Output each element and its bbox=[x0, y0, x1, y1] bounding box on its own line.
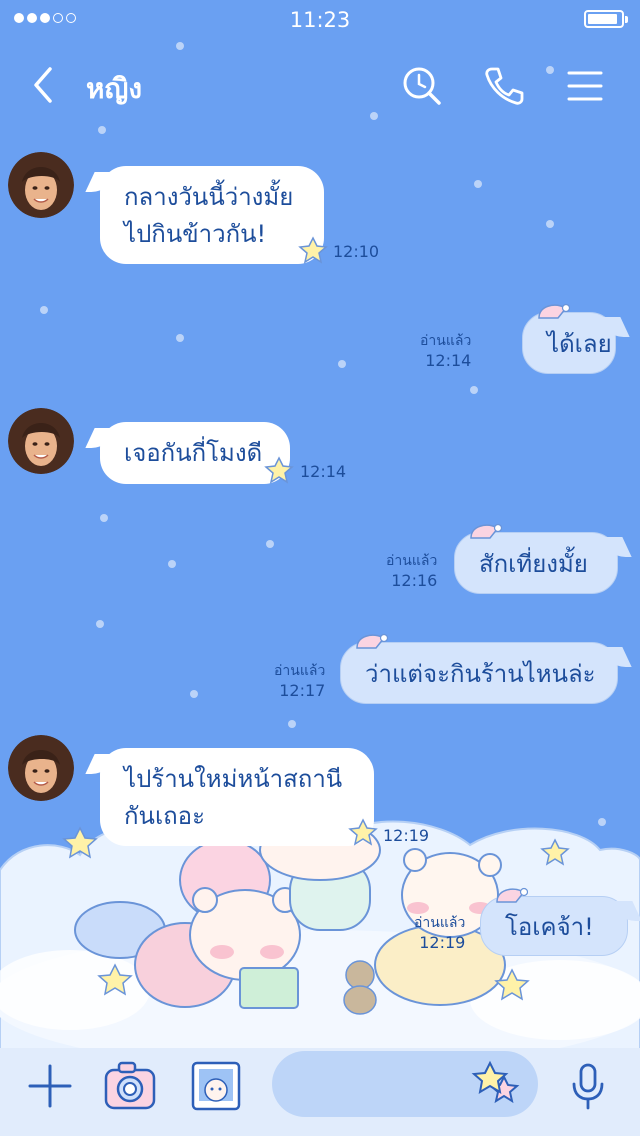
sparkle bbox=[176, 42, 184, 50]
sparkle bbox=[338, 360, 346, 368]
message-text: ไปกินข้าวกัน! bbox=[124, 220, 267, 248]
sparkle bbox=[266, 540, 274, 548]
microphone-icon[interactable] bbox=[566, 1062, 610, 1112]
sparkle bbox=[40, 306, 48, 314]
status-bar: 11:23 bbox=[0, 0, 640, 40]
sleep-cap-icon bbox=[356, 633, 388, 649]
camera-icon[interactable] bbox=[103, 1060, 157, 1112]
message-text: กลางวันนี้ว่างมั้ย bbox=[124, 183, 294, 211]
star-decoration-icon bbox=[298, 236, 328, 264]
star-decoration-icon bbox=[348, 818, 378, 846]
star-decoration-icon bbox=[264, 456, 294, 484]
photo-icon[interactable] bbox=[190, 1060, 242, 1112]
hamburger-icon[interactable] bbox=[566, 68, 604, 104]
status-time: 11:23 bbox=[289, 8, 351, 32]
input-bar bbox=[0, 1048, 640, 1136]
message-meta: อ่านแล้ว 12:14 bbox=[420, 332, 471, 370]
star-sticker-icon[interactable] bbox=[470, 1059, 526, 1111]
message-text: กันเถอะ bbox=[124, 802, 205, 830]
read-receipt: อ่านแล้ว bbox=[414, 915, 466, 931]
message-input[interactable] bbox=[272, 1051, 538, 1117]
message-time: 12:17 bbox=[279, 681, 326, 700]
sparkle bbox=[470, 386, 478, 394]
sparkle bbox=[96, 620, 104, 628]
read-receipt: อ่านแล้ว bbox=[386, 553, 438, 569]
sparkle bbox=[98, 126, 106, 134]
sparkle bbox=[288, 720, 296, 728]
message-time: 12:14 bbox=[300, 462, 347, 481]
sparkle bbox=[100, 514, 108, 522]
outgoing-message-bubble[interactable]: โอเคจ้า! bbox=[480, 896, 628, 956]
battery-icon bbox=[584, 10, 628, 28]
read-receipt: อ่านแล้ว bbox=[420, 333, 472, 349]
chat-screen: 11:23 หญิง กลางวันนี้ว่างมั้ย ไปกินข้าวก… bbox=[0, 0, 640, 1136]
message-time: 12:16 bbox=[391, 571, 438, 590]
sparkle bbox=[546, 220, 554, 228]
sparkle bbox=[168, 560, 176, 568]
message-meta: อ่านแล้ว 12:19 bbox=[414, 914, 465, 952]
avatar[interactable] bbox=[8, 408, 74, 474]
message-text: สักเที่ยงมั้ย bbox=[479, 550, 588, 578]
sparkle bbox=[176, 334, 184, 342]
sparkle bbox=[190, 690, 198, 698]
battery-level bbox=[588, 14, 617, 24]
message-time: 12:10 bbox=[333, 242, 380, 261]
message-text: โอเคจ้า! bbox=[505, 913, 594, 941]
sleep-cap-icon bbox=[538, 303, 570, 319]
chevron-left-icon[interactable] bbox=[28, 65, 58, 105]
message-text: เจอกันกี่โมงดี bbox=[124, 439, 263, 467]
avatar[interactable] bbox=[8, 735, 74, 801]
outgoing-message-bubble[interactable]: ว่าแต่จะกินร้านไหนล่ะ bbox=[340, 642, 618, 704]
message-text: ว่าแต่จะกินร้านไหนล่ะ bbox=[365, 660, 596, 688]
message-text: ไปร้านใหม่หน้าสถานี bbox=[124, 765, 343, 793]
message-text: ได้เลย bbox=[547, 330, 612, 358]
message-time: 12:19 bbox=[419, 933, 466, 952]
clock-search-icon[interactable] bbox=[400, 64, 444, 108]
sleep-cap-icon bbox=[496, 887, 528, 903]
outgoing-message-bubble[interactable]: สักเที่ยงมั้ย bbox=[454, 532, 618, 594]
message-meta: อ่านแล้ว 12:16 bbox=[386, 552, 437, 590]
incoming-message-bubble[interactable]: ไปร้านใหม่หน้าสถานีกันเถอะ bbox=[100, 748, 374, 846]
message-meta: 12:14 bbox=[300, 462, 346, 481]
outgoing-message-bubble[interactable]: ได้เลย bbox=[522, 312, 616, 374]
message-time: 12:19 bbox=[383, 826, 430, 845]
message-meta: 12:19 bbox=[383, 826, 429, 845]
incoming-message-bubble[interactable]: เจอกันกี่โมงดี bbox=[100, 422, 290, 484]
sparkle bbox=[474, 180, 482, 188]
contact-name[interactable]: หญิง bbox=[86, 67, 142, 111]
phone-icon[interactable] bbox=[482, 64, 526, 108]
chat-header: หญิง bbox=[0, 55, 640, 115]
avatar[interactable] bbox=[8, 152, 74, 218]
message-meta: อ่านแล้ว 12:17 bbox=[274, 662, 325, 700]
sleep-cap-icon bbox=[470, 523, 502, 539]
plus-icon[interactable] bbox=[26, 1062, 74, 1110]
incoming-message-bubble[interactable]: กลางวันนี้ว่างมั้ยไปกินข้าวกัน! bbox=[100, 166, 324, 264]
read-receipt: อ่านแล้ว bbox=[274, 663, 326, 679]
message-time: 12:14 bbox=[425, 351, 472, 370]
message-meta: 12:10 bbox=[333, 242, 379, 261]
